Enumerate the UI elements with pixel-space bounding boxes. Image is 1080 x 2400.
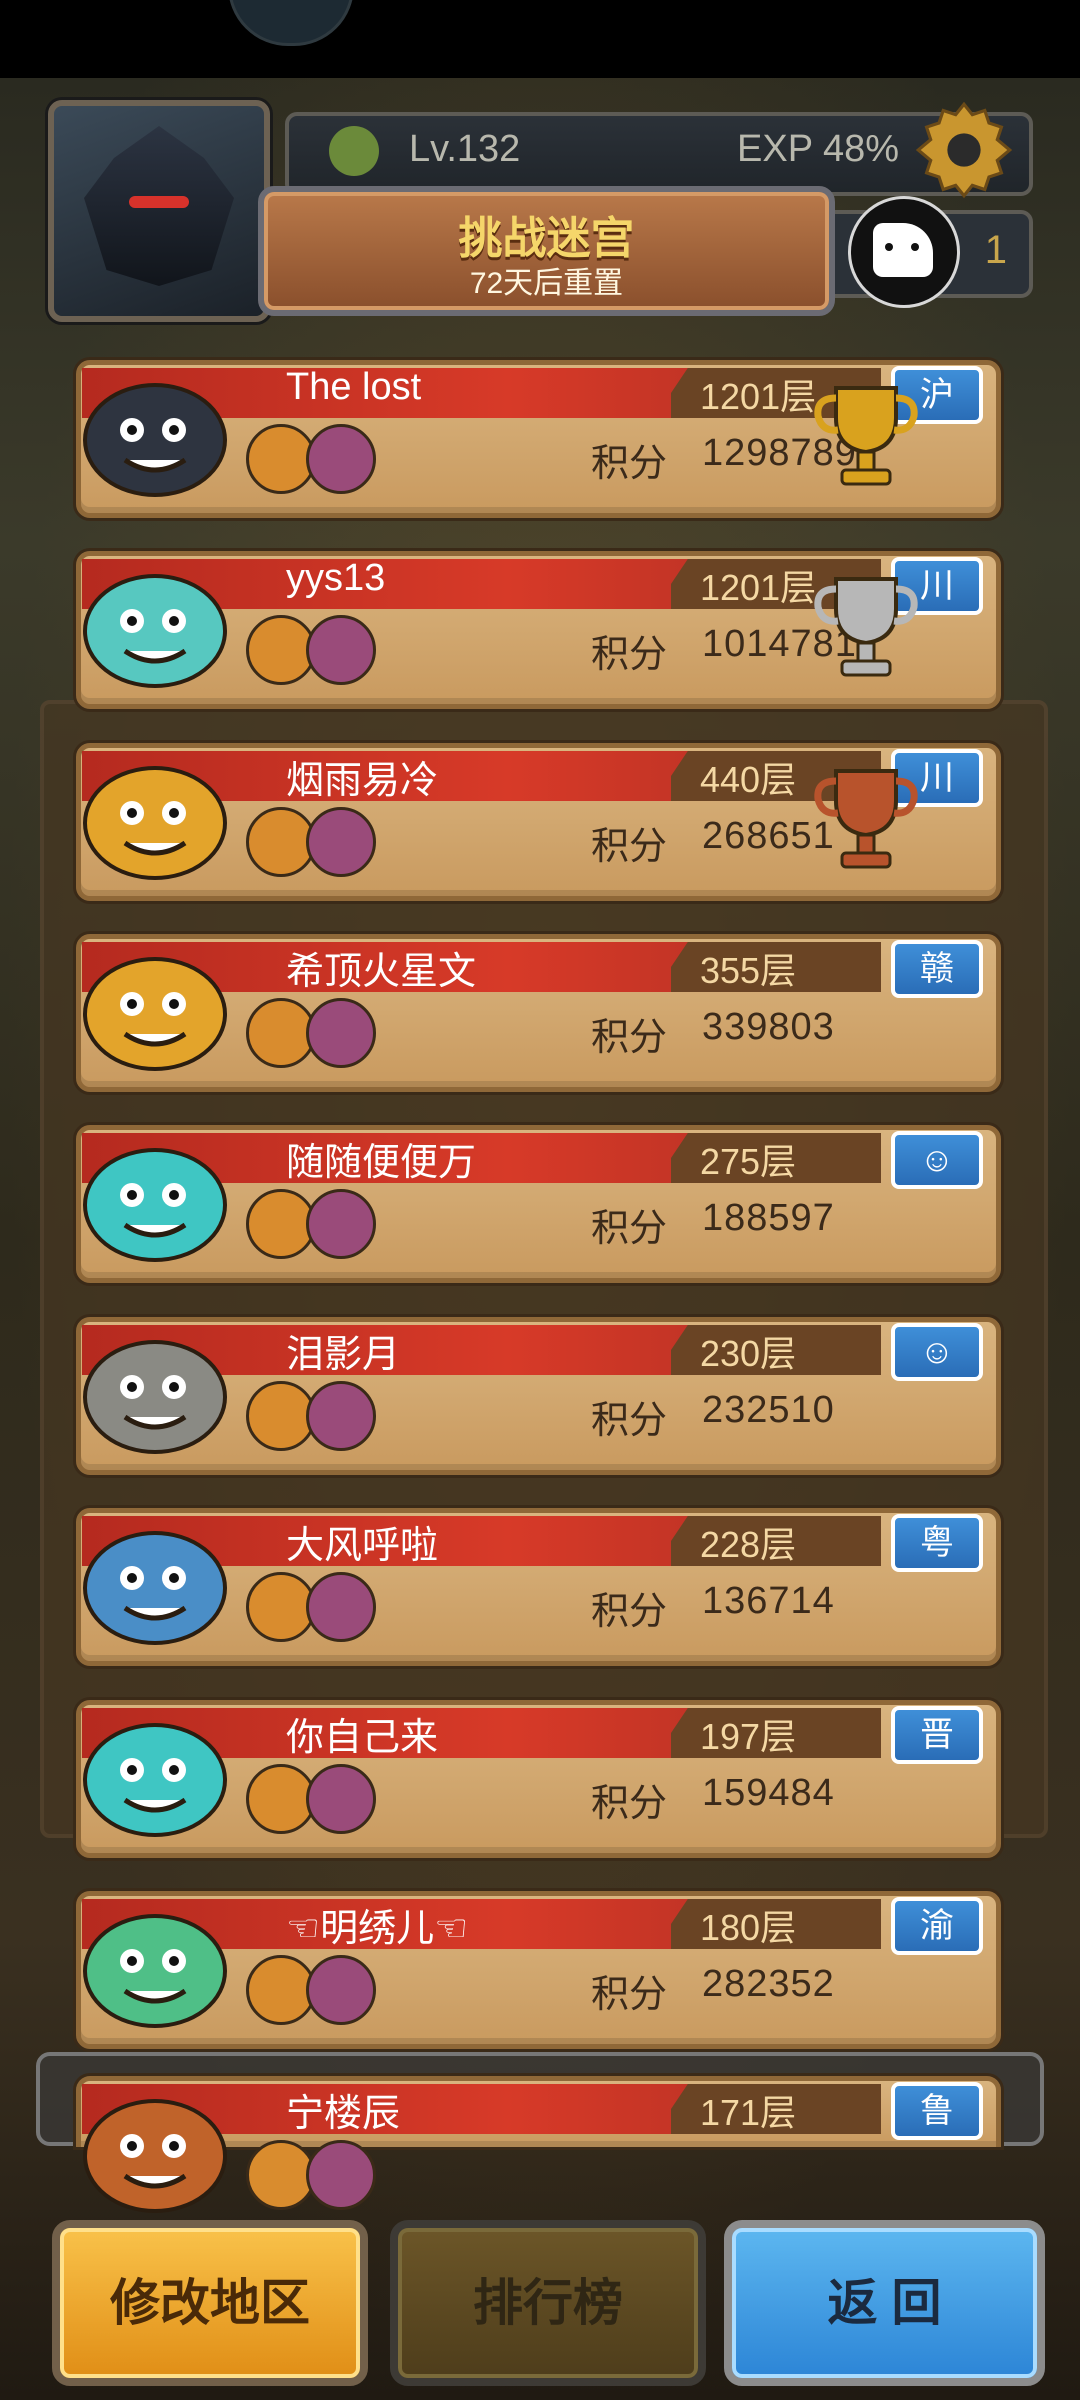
score-label: 积分 <box>591 1208 668 1250</box>
score-value: 232510 <box>702 1389 835 1431</box>
rank-row[interactable]: 希顶火星文 355层 积分 339803 赣 <box>76 926 1001 1092</box>
rank-row[interactable]: The lost 1201层 积分 1298789 沪 <box>76 352 1001 518</box>
score-label: 积分 <box>591 1400 668 1442</box>
score-label: 积分 <box>591 1017 668 1059</box>
rank-row[interactable]: 宁楼辰 171层 鲁 <box>76 2068 1001 2213</box>
main-pet-icon <box>70 1307 240 1457</box>
score-label: 积分 <box>591 826 668 868</box>
maze-title-plaque: 挑战迷宫 72天后重置 <box>258 186 835 316</box>
main-pet-icon <box>70 924 240 1074</box>
region-badge[interactable]: 鲁 <box>891 2082 983 2140</box>
main-pet-icon <box>70 541 240 691</box>
companion-pet-icon <box>306 1189 376 1259</box>
companion-pet-icon <box>306 424 376 494</box>
floor-count: 440层 <box>700 759 797 800</box>
top-pet-icon <box>228 0 354 46</box>
gold-trophy-icon <box>806 374 926 494</box>
main-pet-icon <box>70 350 240 500</box>
floor-count: 275层 <box>700 1141 797 1182</box>
region-badge[interactable]: ☺ <box>891 1323 983 1381</box>
bronze-trophy-icon <box>806 757 926 877</box>
floor-count: 230层 <box>700 1333 797 1374</box>
leaderboard-label: 排行榜 <box>473 2275 623 2331</box>
reset-timer: 72天后重置 <box>469 267 624 300</box>
floor-count: 1201层 <box>700 567 817 608</box>
companion-pet-icon <box>306 1572 376 1642</box>
change-region-label: 修改地区 <box>110 2275 310 2331</box>
companion-pet-icon <box>306 807 376 877</box>
floor-count: 1201层 <box>700 376 817 417</box>
floor-count: 355层 <box>700 950 797 991</box>
player-name: 你自己来 <box>286 1717 439 1759</box>
floor-count: 228层 <box>700 1524 797 1565</box>
player-name: yys13 <box>286 557 386 599</box>
rank-row[interactable]: 随随便便万 275层 积分 188597 ☺ <box>76 1117 1001 1283</box>
status-area <box>0 0 1080 78</box>
rank-row[interactable]: yys13 1201层 积分 1014781 川 <box>76 543 1001 709</box>
player-name: 随随便便万 <box>286 1142 477 1184</box>
companion-pet-icon <box>306 1955 376 2025</box>
score-value: 188597 <box>702 1197 835 1239</box>
rank-row[interactable]: 烟雨易冷 440层 积分 268651 川 <box>76 735 1001 901</box>
mech-avatar-icon <box>84 126 234 286</box>
main-pet-icon <box>70 733 240 883</box>
score-value: 282352 <box>702 1963 835 2005</box>
region-badge[interactable]: 渝 <box>891 1897 983 1955</box>
score-label: 积分 <box>591 443 668 485</box>
score-label: 积分 <box>591 634 668 676</box>
player-name: 泪影月 <box>286 1334 401 1376</box>
companion-pet-icon <box>306 1381 376 1451</box>
main-pet-icon <box>70 2066 240 2216</box>
score-label: 积分 <box>591 1783 668 1825</box>
region-badge[interactable]: ☺ <box>891 1131 983 1189</box>
level-text: Lv.132 <box>409 128 521 170</box>
back-button[interactable]: 返 回 <box>724 2220 1045 2386</box>
gear-icon[interactable] <box>912 98 1016 202</box>
region-badge[interactable]: 粤 <box>891 1514 983 1572</box>
companion-pet-icon <box>306 998 376 1068</box>
player-name: 大风呼啦 <box>286 1525 439 1567</box>
back-label: 返 回 <box>827 2275 942 2331</box>
rank-row[interactable]: ☜明绣儿☜ 180层 积分 282352 渝 <box>76 1883 1001 2049</box>
floor-count: 197层 <box>700 1716 797 1757</box>
main-pet-icon <box>70 1115 240 1265</box>
player-name: The lost <box>286 366 422 408</box>
player-name: ☜明绣儿☜ <box>286 1908 469 1950</box>
silver-trophy-icon <box>806 565 926 685</box>
score-label: 积分 <box>591 1591 668 1633</box>
change-region-button[interactable]: 修改地区 <box>52 2220 368 2386</box>
player-avatar[interactable] <box>48 100 270 322</box>
companion-pet-icon <box>306 1764 376 1834</box>
floor-count: 171层 <box>700 2092 797 2133</box>
counter-value: 1 <box>984 228 1007 272</box>
rank-row[interactable]: 泪影月 230层 积分 232510 ☺ <box>76 1309 1001 1475</box>
player-name: 烟雨易冷 <box>286 760 439 802</box>
score-value: 339803 <box>702 1006 835 1048</box>
score-value: 159484 <box>702 1772 835 1814</box>
exp-text: EXP 48% <box>737 128 899 170</box>
main-pet-icon <box>70 1881 240 2031</box>
player-name: 宁楼辰 <box>286 2093 401 2135</box>
score-value: 136714 <box>702 1580 835 1622</box>
floor-count: 180层 <box>700 1907 797 1948</box>
main-pet-icon <box>70 1498 240 1648</box>
companion-pet-icon <box>306 615 376 685</box>
score-label: 积分 <box>591 1974 668 2016</box>
region-badge[interactable]: 赣 <box>891 940 983 998</box>
leaderboard-button[interactable]: 排行榜 <box>390 2220 706 2386</box>
tree-icon <box>329 126 379 176</box>
player-name: 希顶火星文 <box>286 951 477 993</box>
ghost-icon <box>873 223 933 277</box>
chat-bubble-button[interactable] <box>848 196 960 308</box>
rank-row[interactable]: 你自己来 197层 积分 159484 晋 <box>76 1692 1001 1858</box>
plaque-title: 挑战迷宫 <box>458 214 635 263</box>
main-pet-icon <box>70 1690 240 1840</box>
region-badge[interactable]: 晋 <box>891 1706 983 1764</box>
rank-row[interactable]: 大风呼啦 228层 积分 136714 粤 <box>76 1500 1001 1666</box>
companion-pet-icon <box>306 2140 376 2210</box>
